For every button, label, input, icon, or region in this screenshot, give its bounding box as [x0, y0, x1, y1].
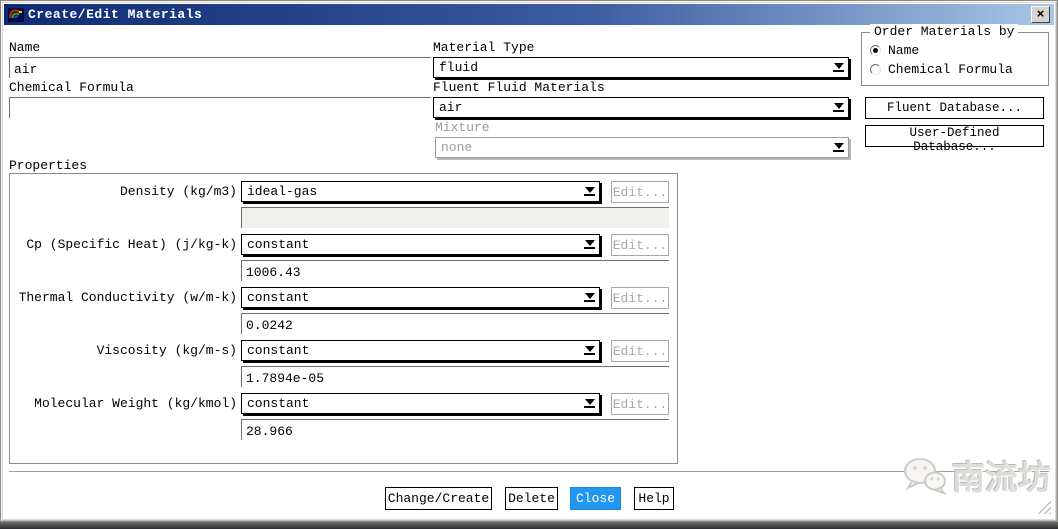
chemical-formula-label: Chemical Formula — [9, 80, 134, 95]
viscosity-method-dropdown[interactable]: constant — [241, 340, 600, 361]
chemical-formula-input[interactable] — [9, 97, 431, 118]
fluent-fluid-materials-label: Fluent Fluid Materials — [433, 80, 605, 95]
delete-button[interactable]: Delete — [505, 487, 558, 510]
user-defined-database-button[interactable]: User-Defined Database... — [865, 125, 1044, 154]
mixture-label: Mixture — [435, 120, 490, 135]
molecular-weight-label: Molecular Weight (kg/kmol) — [34, 396, 237, 411]
titlebar[interactable]: Create/Edit Materials × — [4, 4, 1054, 25]
order-materials-by-group: Order Materials by Name Chemical Formula — [861, 24, 1049, 86]
cp-method-dropdown[interactable]: constant — [241, 234, 600, 255]
fluent-fluid-materials-dropdown[interactable]: air — [433, 97, 849, 118]
material-type-label: Material Type — [433, 40, 535, 55]
radio-unselected-icon[interactable] — [870, 64, 881, 75]
cp-label: Cp (Specific Heat) (j/kg-k) — [26, 237, 237, 252]
thermal-conductivity-edit-button[interactable]: Edit... — [611, 287, 669, 309]
wechat-icon — [904, 458, 947, 495]
order-by-chemical-formula-label: Chemical Formula — [888, 62, 1013, 77]
order-by-chemical-formula-option[interactable]: Chemical Formula — [870, 62, 1013, 77]
cp-value-field[interactable] — [241, 260, 669, 281]
window-bottom-edge — [0, 522, 1058, 529]
mixture-dropdown: none — [435, 137, 849, 158]
close-icon[interactable]: × — [1031, 6, 1050, 23]
order-by-name-option[interactable]: Name — [870, 43, 919, 58]
order-by-name-label: Name — [888, 43, 920, 58]
density-edit-button[interactable]: Edit... — [611, 181, 669, 203]
help-button[interactable]: Help — [634, 487, 674, 510]
create-edit-materials-dialog: Create/Edit Materials × Name Chemical Fo… — [0, 0, 1058, 522]
chevron-down-icon — [584, 240, 595, 251]
radio-selected-icon[interactable] — [870, 45, 881, 56]
name-input[interactable] — [9, 57, 431, 78]
watermark-text: 南流坊 — [952, 462, 1051, 499]
viscosity-value-field[interactable] — [241, 366, 669, 387]
fluent-logo-icon — [8, 7, 24, 22]
chevron-down-icon — [833, 143, 844, 154]
molecular-weight-edit-button[interactable]: Edit... — [611, 393, 669, 415]
cp-edit-button[interactable]: Edit... — [611, 234, 669, 256]
window-title: Create/Edit Materials — [28, 7, 203, 22]
chevron-down-icon — [584, 399, 595, 410]
resize-grip-icon[interactable] — [1036, 499, 1051, 514]
watermark: 南流坊 — [902, 451, 1051, 499]
change-create-button[interactable]: Change/Create — [385, 487, 492, 510]
viscosity-label: Viscosity (kg/m-s) — [96, 343, 237, 358]
chevron-down-icon — [833, 103, 844, 114]
molecular-weight-method-dropdown[interactable]: constant — [241, 393, 600, 414]
chevron-down-icon — [833, 63, 844, 74]
chevron-down-icon — [584, 346, 595, 357]
footer-divider — [9, 471, 1049, 472]
thermal-conductivity-method-dropdown[interactable]: constant — [241, 287, 600, 308]
properties-title: Properties — [9, 158, 88, 173]
thermal-conductivity-value-field[interactable] — [241, 313, 669, 334]
density-method-dropdown[interactable]: ideal-gas — [241, 181, 600, 202]
chevron-down-icon — [584, 293, 595, 304]
thermal-conductivity-label: Thermal Conductivity (w/m-k) — [18, 290, 237, 305]
fluent-database-button[interactable]: Fluent Database... — [865, 97, 1044, 119]
chevron-down-icon — [584, 187, 595, 198]
material-type-dropdown[interactable]: fluid — [433, 57, 849, 78]
density-label: Density (kg/m3) — [119, 184, 237, 199]
name-label: Name — [9, 40, 41, 55]
molecular-weight-value-field[interactable] — [241, 419, 669, 440]
close-button[interactable]: Close — [570, 487, 621, 510]
viscosity-edit-button[interactable]: Edit... — [611, 340, 669, 362]
order-materials-by-title: Order Materials by — [870, 24, 1019, 39]
density-value-field — [241, 207, 669, 228]
